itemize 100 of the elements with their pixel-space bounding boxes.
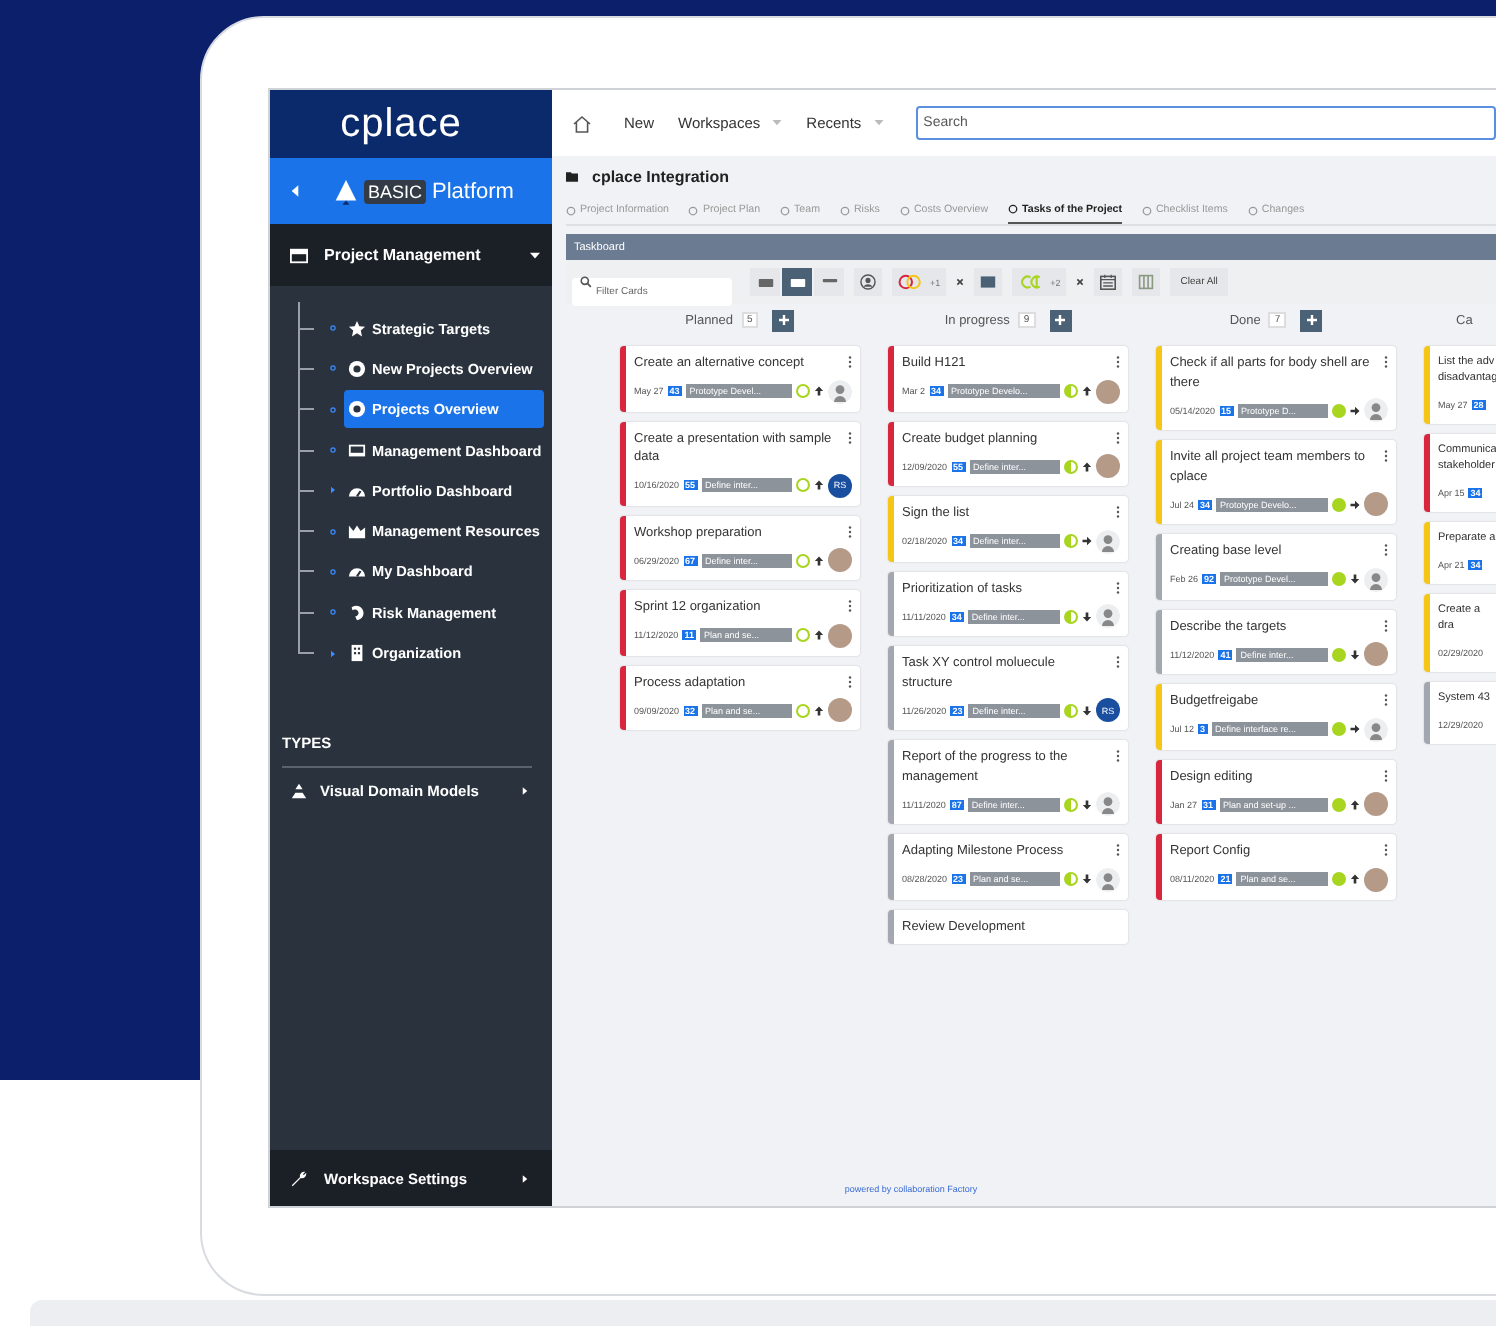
- tab-icon: [1247, 205, 1258, 215]
- user-avatar-icon: [1364, 567, 1388, 591]
- status-icon: [796, 478, 810, 492]
- tab-icon: [839, 205, 850, 215]
- status-icon: [1064, 534, 1078, 548]
- status-icon: [796, 628, 810, 642]
- arrow-icon: [1082, 705, 1092, 715]
- user-icon: [860, 274, 876, 290]
- status-icon: [1332, 872, 1346, 886]
- platform-badge: BASIC: [364, 179, 427, 203]
- avatar-photo: [1096, 379, 1120, 403]
- arrow-icon: [1350, 724, 1360, 734]
- status-icon: [1064, 459, 1078, 473]
- arrow-icon: [1350, 405, 1360, 415]
- page-title: cplace Integration: [592, 167, 729, 185]
- folder-icon: [566, 171, 578, 181]
- status-icon: [796, 553, 810, 567]
- calendar-icon: [1100, 274, 1117, 290]
- avatar-photo: [1364, 642, 1388, 666]
- expand-icon[interactable]: [330, 649, 336, 658]
- rings-icon: [898, 274, 926, 290]
- star-icon: [348, 319, 366, 338]
- status-icon: [1064, 703, 1078, 717]
- wrench-icon: [290, 1169, 308, 1187]
- user-avatar-icon: [828, 379, 852, 403]
- add-card-button[interactable]: [1049, 309, 1072, 331]
- hierarchy-icon: [290, 781, 308, 800]
- platform-bar[interactable]: BASIC Platform: [270, 158, 552, 224]
- arrow-icon: [814, 480, 824, 490]
- monitor-icon: [348, 441, 366, 460]
- avatar-photo: [1364, 492, 1388, 516]
- gauge-icon: [348, 562, 366, 581]
- status-icon: [1332, 797, 1346, 811]
- close-icon[interactable]: [956, 278, 965, 286]
- close-icon[interactable]: [1076, 278, 1085, 286]
- tab-icon: [1008, 204, 1019, 214]
- avatar-photo: [1364, 792, 1388, 816]
- dial-icon: [348, 359, 366, 378]
- plus-icon: [1305, 314, 1318, 326]
- avatar-photo: [828, 698, 852, 722]
- caret-icon: [772, 120, 783, 126]
- plus-icon: [1054, 314, 1067, 326]
- swatch-icon: [980, 274, 997, 290]
- view-mode-button[interactable]: [750, 268, 780, 296]
- avatar-photo: [828, 623, 852, 647]
- status-icon: [1332, 403, 1346, 417]
- user-avatar-icon: [1364, 717, 1388, 741]
- tab-icon: [1141, 205, 1152, 215]
- caret-icon: [530, 251, 540, 259]
- avatar-photo: [1364, 867, 1388, 891]
- columns-icon: [1138, 274, 1155, 290]
- person-filter-button[interactable]: [854, 268, 882, 296]
- tab-icon: [899, 205, 910, 215]
- arrow-icon: [814, 386, 824, 396]
- arrow-icon: [1082, 386, 1092, 396]
- arrow-icon: [1350, 799, 1360, 809]
- add-card-button[interactable]: [772, 309, 795, 331]
- building-icon: [348, 644, 366, 663]
- arrow-icon: [814, 705, 824, 715]
- status-icon: [796, 384, 810, 398]
- arrow-icon: [1350, 499, 1360, 509]
- arrow-icon: [1350, 574, 1360, 584]
- user-avatar-icon: [1096, 604, 1120, 628]
- view-mode-button[interactable]: [814, 268, 844, 296]
- status-icon: [1064, 872, 1078, 886]
- add-card-button[interactable]: [1300, 309, 1323, 331]
- section-header[interactable]: Project Management: [270, 224, 552, 286]
- status-icon: [1332, 497, 1346, 511]
- tab-icon: [688, 205, 699, 215]
- home-icon[interactable]: [572, 113, 592, 133]
- arrow-icon: [1350, 649, 1360, 659]
- status-icon: [796, 703, 810, 717]
- columns-button[interactable]: [1132, 268, 1161, 296]
- status-icon: [1064, 384, 1078, 398]
- triangle-logo-icon: [334, 177, 358, 205]
- arrow-icon: [1082, 461, 1092, 471]
- arrow-icon: [814, 630, 824, 640]
- status-icon: [1064, 797, 1078, 811]
- calendar-button[interactable]: [1094, 268, 1123, 296]
- plus-icon: [777, 314, 790, 326]
- swirl-icon: [348, 603, 366, 622]
- view-mode-button[interactable]: [782, 268, 812, 296]
- arrow-icon: [1082, 874, 1092, 884]
- panel-icon: [290, 247, 308, 263]
- user-avatar-icon: [1096, 867, 1120, 891]
- status-icon: [1332, 572, 1346, 586]
- status-icon: [1332, 722, 1346, 736]
- logo: cplace: [270, 90, 552, 158]
- arrow-icon: [814, 555, 824, 565]
- color-filter-button[interactable]: [974, 268, 1003, 296]
- arrow-icon: [1082, 611, 1092, 621]
- expand-icon[interactable]: [330, 486, 336, 495]
- tab-icon: [566, 205, 576, 215]
- arrow-icon: [1082, 536, 1092, 546]
- caret-icon: [873, 120, 884, 126]
- tab-icon: [780, 205, 791, 215]
- chart-icon: [348, 522, 366, 541]
- user-avatar-icon: [1096, 529, 1120, 553]
- arrow-icon: [1350, 874, 1360, 884]
- back-icon[interactable]: [290, 184, 300, 198]
